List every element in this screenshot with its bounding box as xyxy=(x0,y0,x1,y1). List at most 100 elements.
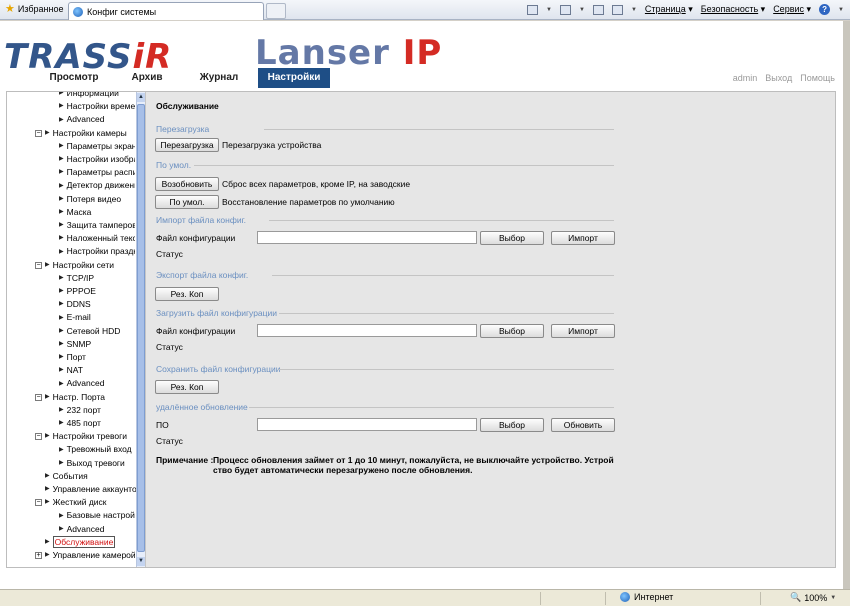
security-menu[interactable]: Безопасность ▾ xyxy=(701,4,765,15)
web-page: TRASSiR Lanser IP Просмотр Архив Журнал … xyxy=(0,21,843,589)
tree-item-label: Управление камерой xyxy=(52,550,135,560)
tree-item[interactable]: ▶Параметры расписания xyxy=(59,166,135,179)
tree-item[interactable]: ▶ DDNS xyxy=(59,298,135,311)
tree-item[interactable]: ▶ Сетевой HDD xyxy=(59,325,135,338)
tree-item[interactable]: ▶ SNMP xyxy=(59,338,135,351)
zoom-control[interactable]: 🔍 100% ▼ xyxy=(790,592,836,603)
tree-item[interactable]: ▶ Параметры экрана xyxy=(59,140,135,153)
collapse-icon[interactable]: − xyxy=(35,433,42,441)
caret-right-icon: ▶ xyxy=(59,209,64,216)
divider xyxy=(760,592,761,605)
tree-item[interactable]: ▶Настройки времени xyxy=(59,100,135,113)
tree-item[interactable]: ▶Базовые настройки xyxy=(59,509,135,522)
print-icon[interactable] xyxy=(611,4,623,15)
page-scrollbar[interactable] xyxy=(843,21,850,589)
tree-item[interactable]: ▶ 485 порт xyxy=(59,417,135,430)
upgrade-file-input[interactable] xyxy=(257,418,477,431)
upload-import-button[interactable]: Импорт xyxy=(551,324,615,338)
tree-item[interactable]: ▶ E-mail xyxy=(59,311,135,324)
feeds-icon[interactable] xyxy=(560,4,571,15)
user-links: admin Выход Помощь xyxy=(733,73,835,83)
default-button[interactable]: По умол. xyxy=(155,195,219,209)
tree-item[interactable]: − ▶ Настройки тревоги xyxy=(35,430,135,443)
tree-item[interactable]: ▶Настройки праздников xyxy=(59,245,135,258)
chevron-down-icon[interactable]: ▼ xyxy=(830,595,836,601)
zoom-value: 100% xyxy=(804,592,828,603)
tree-item[interactable]: − ▶ Настр. Порта xyxy=(35,391,135,404)
logout-link[interactable]: Выход xyxy=(765,73,792,83)
tree-item[interactable]: − ▶ Настройки сети xyxy=(35,259,135,272)
tree-item-label: Настройки времени xyxy=(66,101,135,112)
tree-item[interactable]: ▶ PPPOE xyxy=(59,285,135,298)
import-file-label: Файл конфигурации xyxy=(156,233,236,243)
security-zone[interactable]: Интернет xyxy=(620,592,673,602)
tree-item[interactable]: ▶ Обслуживание xyxy=(45,535,145,549)
tree-item-label: Параметры расписания xyxy=(66,167,135,178)
reboot-button[interactable]: Перезагрузка xyxy=(155,138,219,152)
help-link[interactable]: Помощь xyxy=(800,73,835,83)
expand-icon[interactable]: + xyxy=(35,552,42,560)
tree-item[interactable]: ▶Детектор движения xyxy=(59,179,135,192)
export-backup-button[interactable]: Рез. Коп xyxy=(155,287,219,301)
tree-item[interactable]: ▶ NAT xyxy=(59,364,135,377)
scroll-up-icon[interactable]: ▲ xyxy=(137,93,145,102)
collapse-icon[interactable]: − xyxy=(35,261,42,269)
browser-tab[interactable]: Конфиг системы xyxy=(68,2,264,20)
service-menu[interactable]: Сервис ▾ xyxy=(773,4,811,15)
collapse-icon[interactable]: − xyxy=(35,499,42,507)
tree-item-label: Advanced xyxy=(66,523,105,534)
tree-item[interactable]: ▶ Advanced xyxy=(59,113,135,126)
tree-item[interactable]: ▶ Тревожный вход xyxy=(59,443,135,456)
divider xyxy=(249,407,614,408)
import-status: Статус xyxy=(156,249,183,259)
upgrade-browse-button[interactable]: Выбор xyxy=(480,418,544,432)
tree-item[interactable]: ▶ Защита тамперов xyxy=(59,219,135,232)
chevron-down-icon[interactable]: ▼ xyxy=(579,7,585,13)
divider xyxy=(264,129,614,130)
help-icon[interactable]: ? xyxy=(819,4,831,15)
tree-item[interactable]: ▶ Маска xyxy=(59,206,135,219)
upload-browse-button[interactable]: Выбор xyxy=(480,324,544,338)
tree-item-label: Маска xyxy=(66,206,92,217)
mail-icon[interactable] xyxy=(592,4,604,15)
tree-item[interactable]: ▶ Выход тревоги xyxy=(59,457,135,470)
tree-item[interactable]: ▶ События xyxy=(45,470,145,483)
tree-item[interactable]: ▶ Управление аккаунтом xyxy=(45,483,145,496)
chevron-down-icon[interactable]: ▼ xyxy=(838,7,844,13)
save-backup-button[interactable]: Рез. Коп xyxy=(155,380,219,394)
tree-item[interactable]: + ▶ Управление камерой xyxy=(35,549,135,562)
new-tab-button[interactable] xyxy=(266,3,286,19)
nav-journal[interactable]: Журнал xyxy=(180,68,258,88)
nav-view[interactable]: Просмотр xyxy=(34,68,114,88)
collapse-icon[interactable]: − xyxy=(35,129,42,137)
page-menu[interactable]: Страница ▾ xyxy=(645,4,693,15)
caret-right-icon: ▶ xyxy=(59,407,64,414)
tree-item[interactable]: − ▶ Настройки камеры xyxy=(35,127,135,140)
tree-item[interactable]: ▶ Потеря видео xyxy=(59,193,135,206)
nav-archive[interactable]: Архив xyxy=(114,68,180,88)
chevron-down-icon[interactable]: ▼ xyxy=(546,7,552,13)
tree-item[interactable]: ▶ Информации xyxy=(59,92,135,100)
home-icon[interactable] xyxy=(527,4,539,15)
tree-item[interactable]: − ▶ Жесткий диск xyxy=(35,496,135,509)
collapse-icon[interactable]: − xyxy=(35,393,42,401)
zoom-icon: 🔍 xyxy=(790,592,802,602)
import-button[interactable]: Импорт xyxy=(551,231,615,245)
favorites-button[interactable]: ★ Избранное xyxy=(5,4,64,15)
tree-item[interactable]: ▶ Наложенный текст xyxy=(59,232,135,245)
tree-item[interactable]: ▶ 232 порт xyxy=(59,404,135,417)
tree-item[interactable]: ▶ Advanced xyxy=(59,523,135,536)
tree-item[interactable]: ▶ Advanced xyxy=(59,377,135,390)
scroll-down-icon[interactable]: ▼ xyxy=(137,557,145,566)
import-browse-button[interactable]: Выбор xyxy=(480,231,544,245)
update-button[interactable]: Обновить xyxy=(551,418,615,432)
scrollbar-thumb[interactable] xyxy=(137,104,145,552)
chevron-down-icon[interactable]: ▼ xyxy=(631,7,637,13)
import-file-input[interactable] xyxy=(257,231,477,244)
tree-item[interactable]: ▶ Порт xyxy=(59,351,135,364)
nav-settings[interactable]: Настройки xyxy=(258,68,330,88)
tree-item[interactable]: ▶Настройки изображения xyxy=(59,153,135,166)
restore-button[interactable]: Возобновить xyxy=(155,177,219,191)
tree-item[interactable]: ▶ TCP/IP xyxy=(59,272,135,285)
upload-file-input[interactable] xyxy=(257,324,477,337)
